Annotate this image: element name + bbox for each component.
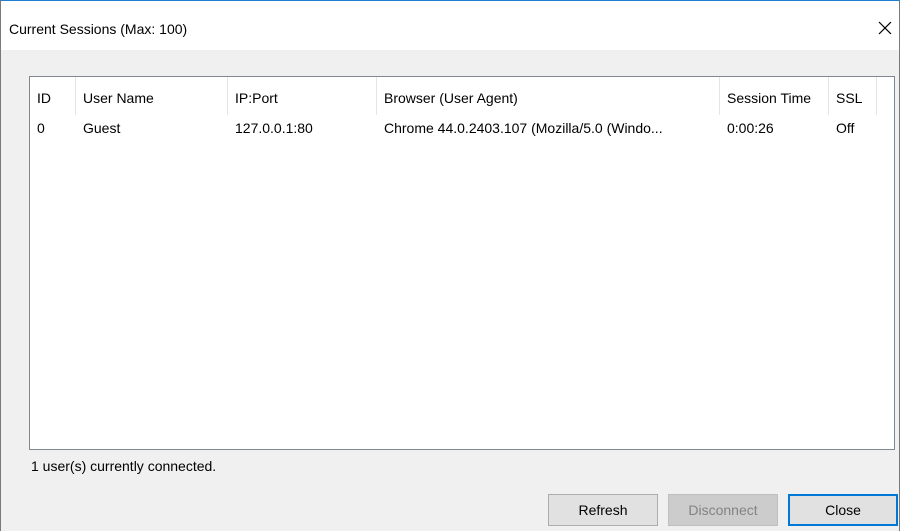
column-header-browser[interactable]: Browser (User Agent) (377, 77, 720, 115)
cell-id: 0 (37, 120, 45, 136)
cell-user-name: Guest (83, 120, 121, 136)
status-text: 1 user(s) currently connected. (31, 458, 217, 474)
close-icon[interactable] (869, 13, 899, 43)
window-title: Current Sessions (Max: 100) (9, 21, 188, 37)
refresh-button[interactable]: Refresh (548, 494, 658, 526)
column-header-session-time[interactable]: Session Time (720, 77, 829, 115)
sessions-list[interactable]: ID User Name IP:Port Browser (User Agent… (29, 76, 895, 450)
cell-ip-port: 127.0.0.1:80 (235, 120, 313, 136)
column-header-user-name[interactable]: User Name (76, 77, 228, 115)
list-header: ID User Name IP:Port Browser (User Agent… (30, 77, 894, 115)
column-header-id[interactable]: ID (30, 77, 76, 115)
cell-browser: Chrome 44.0.2403.107 (Mozilla/5.0 (Windo… (384, 120, 663, 136)
column-header-ssl[interactable]: SSL (829, 77, 877, 115)
column-header-ip-port[interactable]: IP:Port (228, 77, 377, 115)
cell-ssl: Off (836, 120, 855, 136)
current-sessions-dialog: Current Sessions (Max: 100) ID User Name… (0, 0, 900, 531)
title-bar: Current Sessions (Max: 100) (1, 1, 899, 50)
table-row[interactable]: 0 Guest 127.0.0.1:80 Chrome 44.0.2403.10… (30, 117, 894, 139)
cell-session-time: 0:00:26 (727, 120, 774, 136)
close-button[interactable]: Close (788, 494, 898, 526)
disconnect-button[interactable]: Disconnect (668, 494, 778, 526)
